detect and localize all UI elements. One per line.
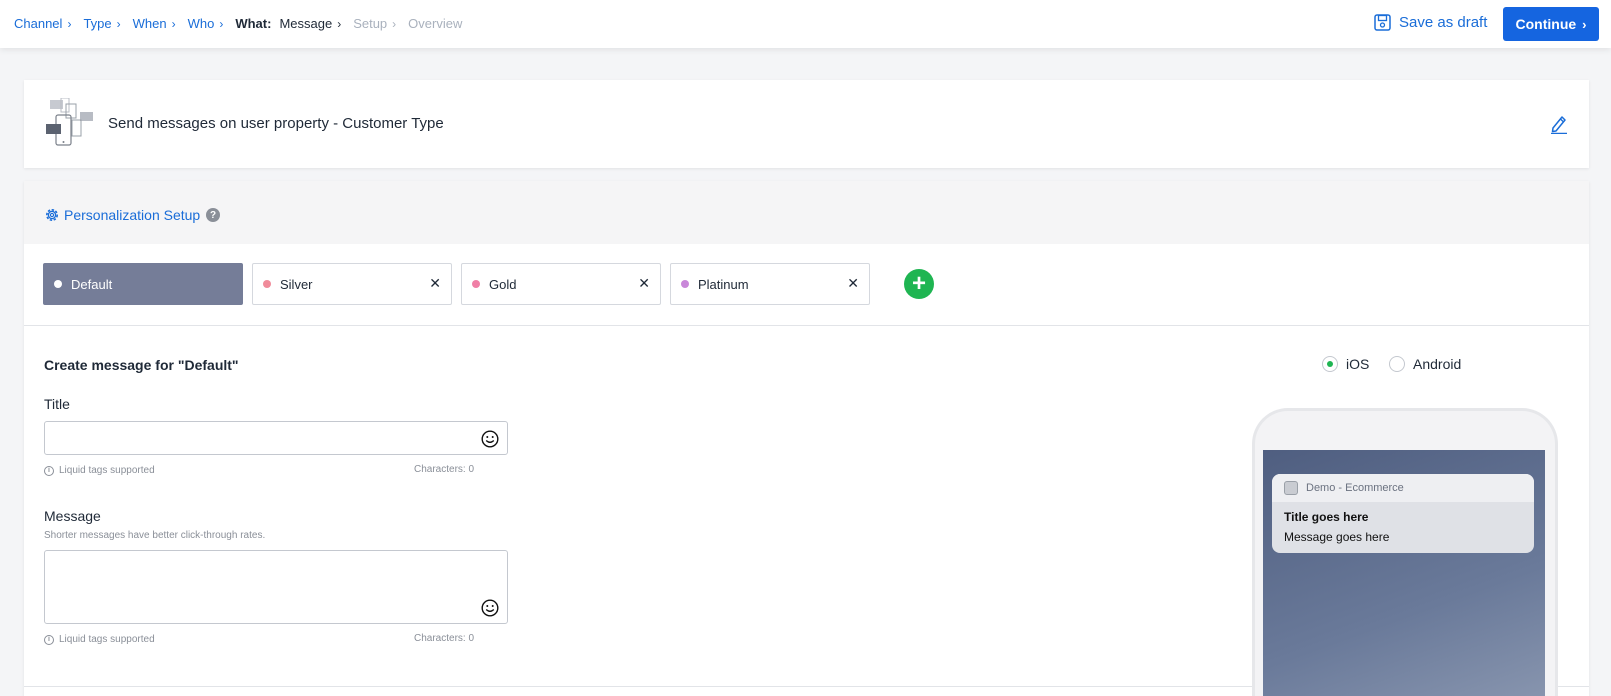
variation-tab-default[interactable]: Default (43, 263, 243, 305)
breadcrumb-when[interactable]: When › (133, 16, 176, 31)
message-label: Message (44, 508, 101, 524)
variation-label: Default (71, 276, 113, 292)
phone-preview: Demo - Ecommerce Title goes here Message… (1252, 408, 1558, 696)
title-char-count: Characters: 0 (414, 464, 475, 475)
pencil-edit-icon[interactable] (1550, 114, 1568, 134)
message-textarea[interactable] (44, 550, 508, 624)
notification-title: Title goes here (1284, 510, 1369, 524)
multi-device-messages-icon (46, 98, 93, 146)
chevron-right-icon: › (337, 16, 342, 31)
chevron-right-icon: › (1582, 16, 1587, 32)
emoji-icon[interactable] (481, 599, 499, 617)
save-draft-label: Save as draft (1399, 14, 1488, 31)
chevron-right-icon: › (171, 16, 176, 31)
help-icon[interactable]: ? (206, 208, 220, 222)
chevron-right-icon: › (116, 16, 121, 31)
variation-tab-silver[interactable]: Silver ✕ (252, 263, 452, 305)
breadcrumb-prefix: What: (235, 16, 272, 31)
variation-label: Gold (489, 276, 517, 292)
variation-label: Platinum (698, 276, 749, 292)
breadcrumb-label: Overview (408, 16, 463, 31)
chevron-right-icon: › (392, 16, 397, 31)
continue-label: Continue (1515, 16, 1577, 32)
variation-dot (681, 280, 689, 288)
variation-dot (263, 280, 271, 288)
phone-screen: Demo - Ecommerce Title goes here Message… (1263, 450, 1545, 696)
emoji-icon[interactable] (481, 430, 499, 448)
notification-app-name: Demo - Ecommerce (1306, 482, 1404, 494)
platform-ios-radio[interactable]: iOS (1322, 356, 1369, 372)
platform-label: Android (1413, 356, 1462, 372)
breadcrumb-label: When (132, 16, 167, 31)
campaign-title: Send messages on user property - Custome… (108, 115, 444, 132)
title-liquid-note: i Liquid tags supported (44, 465, 155, 476)
breadcrumb-who[interactable]: Who › (188, 16, 224, 31)
breadcrumb-type[interactable]: Type › (83, 16, 120, 31)
liquid-label: Liquid tags supported (59, 465, 155, 476)
personalization-header: Personalization Setup ? (24, 181, 1589, 244)
variation-tab-platinum[interactable]: Platinum ✕ (670, 263, 870, 305)
breadcrumb-what[interactable]: What: Message › (235, 16, 341, 31)
chevron-right-icon: › (219, 16, 224, 31)
title-label: Title (44, 396, 70, 412)
chevron-right-icon: › (67, 16, 72, 31)
info-icon: i (44, 634, 54, 645)
notification-message: Message goes here (1284, 530, 1390, 544)
notification-header: Demo - Ecommerce (1272, 474, 1534, 502)
breadcrumb-label: Channel (14, 16, 63, 31)
breadcrumb-label: Message (279, 16, 333, 31)
personalization-setup-link[interactable]: Personalization Setup (44, 207, 200, 223)
divider (24, 325, 1589, 326)
add-variation-button[interactable]: + (904, 269, 934, 299)
close-icon[interactable]: ✕ (847, 275, 859, 292)
breadcrumb-channel[interactable]: Channel › (14, 16, 71, 31)
platform-label: iOS (1346, 356, 1370, 372)
variation-dot (472, 280, 480, 288)
radio-unselected-icon (1389, 356, 1405, 372)
breadcrumb-setup: Setup › (353, 16, 396, 31)
message-liquid-note: i Liquid tags supported (44, 634, 155, 645)
variation-tab-gold[interactable]: Gold ✕ (461, 263, 661, 305)
variation-dot (54, 280, 62, 288)
close-icon[interactable]: ✕ (429, 275, 441, 292)
platform-android-radio[interactable]: Android (1389, 356, 1461, 372)
breadcrumb-label: Who (187, 16, 215, 31)
breadcrumb-label: Setup (353, 16, 388, 31)
breadcrumb-label: Type (83, 16, 112, 31)
save-draft-button[interactable]: Save as draft (1374, 14, 1487, 31)
info-icon: i (44, 465, 54, 476)
radio-selected-icon (1322, 356, 1338, 372)
campaign-card: Send messages on user property - Custome… (24, 80, 1589, 168)
top-bar: Channel › Type › When › Who › What: Mess… (0, 0, 1611, 48)
breadcrumb-overview: Overview (408, 16, 462, 31)
continue-button[interactable]: Continue › (1503, 7, 1599, 41)
title-input[interactable] (44, 421, 508, 455)
notification-preview: Demo - Ecommerce Title goes here Message… (1272, 474, 1534, 553)
gear-icon (46, 209, 58, 221)
create-message-heading: Create message for "Default" (44, 357, 239, 373)
message-hint: Shorter messages have better click-throu… (44, 530, 266, 541)
variation-label: Silver (280, 276, 313, 292)
floppy-disk-icon (1374, 14, 1391, 31)
message-char-count: Characters: 0 (414, 633, 475, 644)
breadcrumb: Channel › Type › When › Who › What: Mess… (14, 16, 474, 31)
personalization-title: Personalization Setup (64, 207, 201, 223)
app-icon (1284, 481, 1298, 495)
close-icon[interactable]: ✕ (638, 275, 650, 292)
liquid-label: Liquid tags supported (59, 634, 155, 645)
